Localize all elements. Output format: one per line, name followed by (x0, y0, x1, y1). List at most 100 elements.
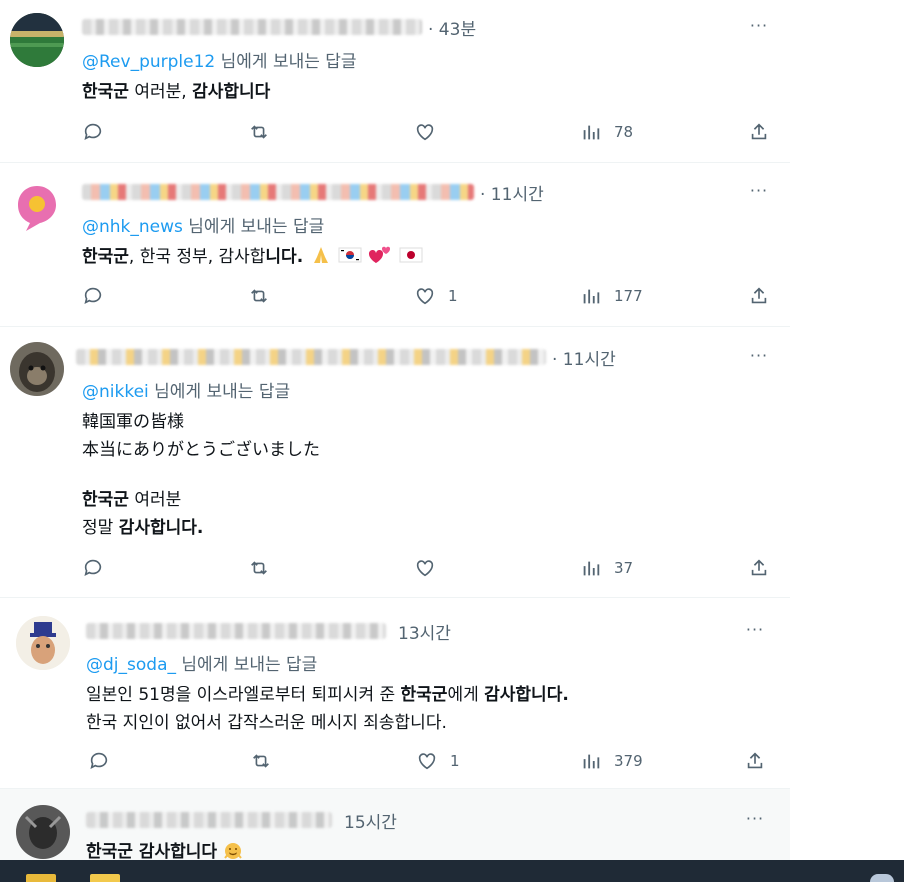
retweet-button[interactable] (248, 120, 270, 144)
retweet-icon (251, 289, 267, 303)
avatar[interactable] (16, 805, 70, 859)
reply-suffix: 님에게 보내는 답글 (182, 217, 325, 237)
views-button[interactable]: 78 (580, 120, 633, 144)
share-icon (751, 123, 767, 140)
reply-button[interactable] (88, 749, 110, 773)
like-button[interactable] (414, 556, 448, 580)
tweet-timestamp[interactable]: 15시간 (344, 808, 397, 833)
text-segment: 감사합니다 (192, 82, 271, 102)
reply-handle-link[interactable]: @dj_soda_ (86, 655, 176, 675)
share-button[interactable] (748, 284, 770, 308)
view-count: 177 (614, 287, 643, 305)
tweet[interactable]: · 11시간 ··· @nikkei 님에게 보내는 답글 韓国軍の皆様 本当に… (0, 327, 790, 598)
avatar[interactable] (16, 616, 70, 670)
tweet-text-line: 韓国軍の皆様 (82, 407, 184, 432)
tweet-text-line: 일본인 51명을 이스라엘로부터 퇴피시켜 준 한국군에게 감사합니다. (86, 680, 569, 705)
author-row: 13시간 (86, 619, 451, 644)
reply-suffix: 님에게 보내는 답글 (148, 382, 291, 402)
share-button[interactable] (748, 120, 770, 144)
blurred-author-name[interactable] (82, 19, 422, 35)
text-segment: 일본인 51명을 이스라엘로부터 퇴피시켜 준 (86, 685, 401, 705)
tweet[interactable]: 15시간 ··· 한국군 감사합니다 (0, 789, 790, 862)
heart-icon (416, 288, 434, 305)
blurred-author-name[interactable] (76, 349, 546, 365)
share-icon (747, 752, 763, 769)
like-button[interactable]: 1 (416, 749, 460, 773)
tweet[interactable]: · 11시간 ··· @nhk_news 님에게 보내는 답글 한국군, 한국 … (0, 163, 790, 327)
share-icon (751, 287, 767, 304)
retweet-button[interactable] (248, 556, 270, 580)
retweet-icon (251, 561, 267, 575)
share-button[interactable] (748, 556, 770, 580)
avatar[interactable] (10, 342, 64, 396)
retweet-button[interactable] (250, 749, 272, 773)
blurred-author-name[interactable] (86, 623, 386, 639)
avatar[interactable] (10, 13, 64, 67)
app-icon[interactable] (90, 874, 120, 882)
like-button[interactable] (414, 120, 448, 144)
author-row: · 43분 (82, 15, 476, 40)
tweet-timestamp[interactable]: · 11시간 (552, 345, 616, 370)
views-button[interactable]: 177 (580, 284, 643, 308)
share-icon (751, 559, 767, 576)
more-icon[interactable]: ··· (748, 16, 770, 35)
view-count: 379 (614, 752, 643, 770)
reply-suffix: 님에게 보내는 답글 (215, 52, 357, 72)
blurred-author-name[interactable] (82, 184, 474, 200)
text-segment: 한국군 감사합니다 (86, 842, 218, 862)
share-button[interactable] (744, 749, 766, 773)
reply-icon (84, 123, 102, 140)
text-segment: 여러분 (128, 490, 182, 510)
author-row: · 11시간 (76, 345, 616, 370)
reply-button[interactable] (82, 556, 104, 580)
korea-flag-emoji (338, 245, 362, 270)
tweet-timestamp[interactable]: · 11시간 (480, 180, 544, 205)
heart-icon (416, 560, 434, 577)
right-blank-area (790, 0, 904, 860)
text-segment: 한국 지인이 없어서 갑작스러운 메시지 죄송합니다. (86, 713, 447, 733)
avatar[interactable] (10, 180, 64, 234)
text-segment: 정말 (82, 518, 119, 538)
more-icon[interactable]: ··· (744, 809, 766, 828)
text-segment: 여러분, (128, 82, 193, 102)
reply-suffix: 님에게 보내는 답글 (175, 655, 318, 675)
more-icon[interactable]: ··· (744, 620, 766, 639)
views-button[interactable]: 37 (580, 556, 633, 580)
tweet-timestamp[interactable]: · 43분 (428, 15, 476, 40)
more-icon[interactable]: ··· (748, 181, 770, 200)
like-button[interactable]: 1 (414, 284, 458, 308)
text-segment: 한국군 (82, 490, 129, 510)
blurred-author-name[interactable] (86, 812, 332, 828)
views-chart-icon (583, 125, 600, 140)
reply-handle-link[interactable]: @nikkei (82, 382, 149, 402)
reply-button[interactable] (82, 120, 104, 144)
heart-icon (416, 124, 434, 141)
reply-button[interactable] (82, 284, 104, 308)
more-icon[interactable]: ··· (748, 346, 770, 365)
tweet[interactable]: · 43분 ··· @Rev_purple12 님에게 보내는 답글 한국군 여… (0, 0, 790, 163)
reply-handle-link[interactable]: @Rev_purple12 (82, 52, 215, 72)
japan-flag-emoji (399, 245, 423, 270)
tweet-text-line: 本当にありがとうございました (82, 435, 320, 460)
views-button[interactable]: 379 (580, 749, 643, 773)
tweet[interactable]: 13시간 ··· @dj_soda_ 님에게 보내는 답글 일본인 51명을 이… (0, 598, 790, 789)
tweet-timestamp[interactable]: 13시간 (398, 619, 451, 644)
text-segment: , 한국 정부, 감사합 (128, 247, 266, 267)
replying-to: @dj_soda_ 님에게 보내는 답글 (86, 650, 317, 675)
tweet-text-line: 한국 지인이 없어서 갑작스러운 메시지 죄송합니다. (86, 708, 447, 733)
tweet-text-line: 한국군 여러분 (82, 485, 181, 510)
folder-icon[interactable] (26, 874, 56, 882)
replying-to: @nikkei 님에게 보내는 답글 (82, 377, 290, 402)
tweet-text: 한국군, 한국 정부, 감사합니다. (82, 242, 423, 270)
retweet-button[interactable] (248, 284, 270, 308)
text-segment: 本当にありがとうございました (82, 440, 320, 460)
like-count: 1 (448, 287, 458, 305)
reply-handle-link[interactable]: @nhk_news (82, 217, 183, 237)
replying-to: @nhk_news 님에게 보내는 답글 (82, 212, 324, 237)
hearts-emoji (367, 245, 393, 270)
reply-icon (84, 559, 102, 576)
tray-icon[interactable] (870, 874, 894, 882)
replying-to: @Rev_purple12 님에게 보내는 답글 (82, 47, 357, 72)
screenshot: · 43분 ··· @Rev_purple12 님에게 보내는 답글 한국군 여… (0, 0, 904, 882)
tweet-text: 한국군 여러분, 감사합니다 (82, 77, 270, 102)
